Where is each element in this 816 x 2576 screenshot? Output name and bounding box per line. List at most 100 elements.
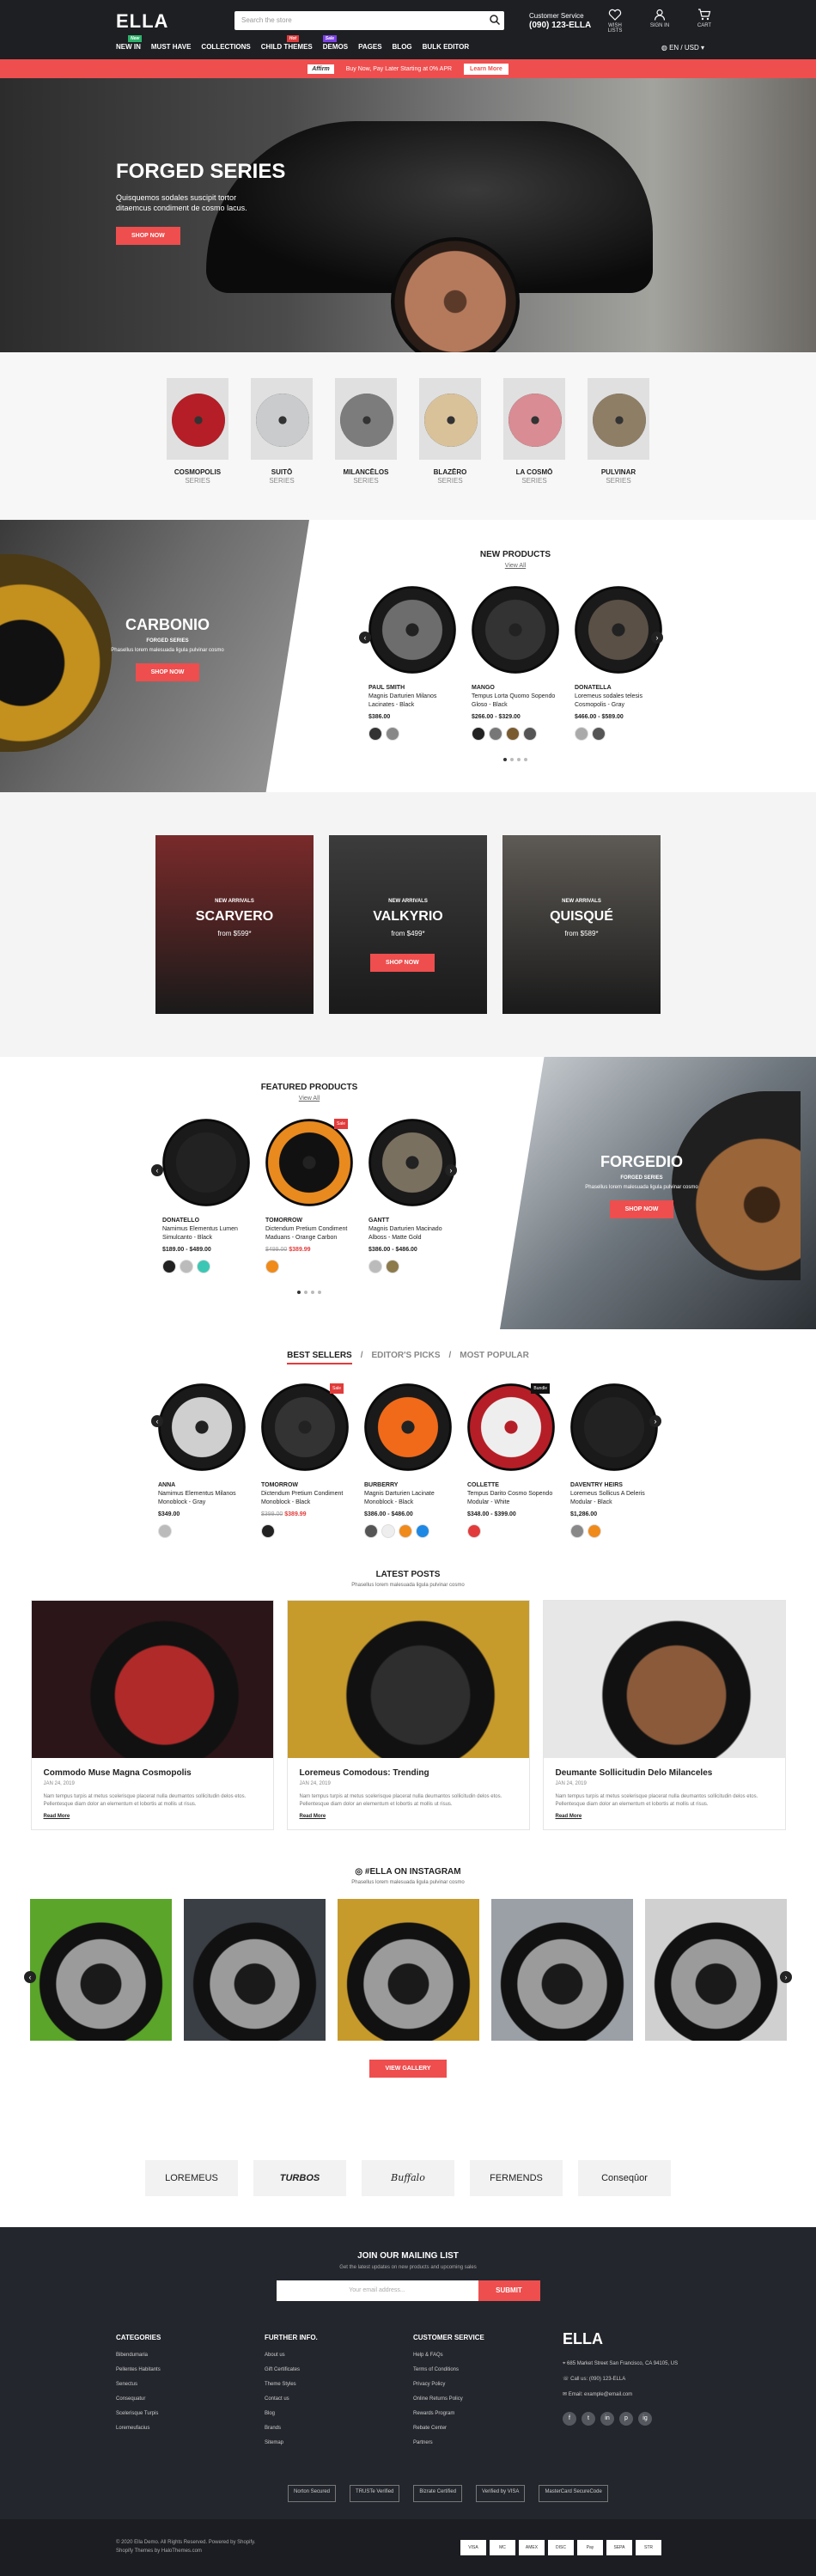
footer-link[interactable]: Rewards Program (413, 2407, 562, 2421)
product-card[interactable]: BURBERRY Magnis Darturien Lacinate Monobl… (364, 1383, 452, 1538)
read-more-link[interactable]: Read More (300, 1814, 517, 1819)
footer-link[interactable]: Privacy Policy (413, 2378, 562, 2392)
color-swatch[interactable] (368, 727, 382, 741)
product-image[interactable] (472, 586, 559, 674)
brand-logo[interactable]: Conseqûor (578, 2159, 671, 2196)
product-name[interactable]: BURBERRY (364, 1481, 452, 1490)
product-name[interactable]: DONATELLA (575, 684, 662, 693)
footer-link[interactable]: Loremeufacius (116, 2421, 265, 2436)
color-swatch[interactable] (575, 727, 588, 741)
series-item[interactable]: COSMOPOLIS SERIES (165, 378, 230, 520)
color-swatch[interactable] (592, 727, 606, 741)
email-field[interactable]: Your email address... (276, 2280, 478, 2301)
color-swatch[interactable] (368, 1260, 382, 1273)
carbonio-shop-now-button[interactable]: SHOP NOW (135, 663, 200, 681)
social-icon[interactable]: p (619, 2412, 633, 2426)
post-title[interactable]: Commodo Muse Magna Cosmopolis (44, 1768, 261, 1778)
brand-logo[interactable]: Buffalo (362, 2159, 454, 2196)
next-arrow-icon[interactable]: › (649, 1415, 661, 1427)
product-card[interactable]: PAUL SMITH Magnis Darturien Milanos Lacin… (368, 586, 456, 741)
post-image[interactable] (543, 1601, 785, 1758)
category-banner[interactable]: NEW ARRIVALS SCARVERO from $599* (155, 835, 314, 1014)
product-name[interactable]: MANGO (472, 684, 559, 693)
footer-link[interactable]: Sitemap (265, 2436, 413, 2451)
read-more-link[interactable]: Read More (556, 1814, 773, 1819)
color-swatch[interactable] (158, 1524, 172, 1538)
wishlist-button[interactable]: WISH LISTS (601, 9, 629, 34)
carousel-dots[interactable] (335, 758, 696, 761)
product-image[interactable] (368, 586, 456, 674)
forgedio-shop-now-button[interactable]: SHOP NOW (609, 1200, 674, 1218)
view-gallery-button[interactable]: VIEW GALLERY (369, 2060, 447, 2078)
product-image[interactable]: Sale (261, 1383, 349, 1471)
product-card[interactable]: DAVENTRY HEIRS Loremeus Sollicus A Deleri… (570, 1383, 658, 1538)
nav-item[interactable]: BLOG (393, 43, 412, 51)
color-swatch[interactable] (416, 1524, 429, 1538)
color-swatch[interactable] (364, 1524, 378, 1538)
instagram-tile[interactable] (183, 1899, 326, 2041)
product-card[interactable]: DONATELLO Namimus Elementus Lumen Simulca… (162, 1119, 250, 1273)
category-shop-now-button[interactable]: SHOP NOW (370, 954, 435, 972)
footer-link[interactable]: Partners (413, 2436, 562, 2451)
color-swatch[interactable] (197, 1260, 210, 1273)
footer-link[interactable]: Rebate Center (413, 2421, 562, 2436)
credit-text[interactable]: Shopify Themes by HaloThemes.com (116, 2547, 255, 2555)
nav-item[interactable]: MUST HAVE (151, 43, 192, 51)
category-banner[interactable]: NEW ARRIVALS VALKYRIO from $499* SHOP NOW (329, 835, 487, 1014)
nav-item[interactable]: Hot CHILD THEMES (261, 35, 313, 51)
product-name[interactable]: TOMORROW (265, 1217, 353, 1225)
customer-service[interactable]: Customer Service (090) 123-ELLA (529, 11, 591, 30)
color-swatch[interactable] (570, 1524, 584, 1538)
footer-link[interactable]: Bibendumaria (116, 2348, 265, 2363)
post-title[interactable]: Loremeus Comodous: Trending (300, 1768, 517, 1778)
view-all-link[interactable]: View All (335, 563, 696, 569)
footer-link[interactable]: Gift Certificates (265, 2363, 413, 2378)
product-image[interactable] (368, 1119, 456, 1206)
color-swatch[interactable] (472, 727, 485, 741)
category-banner[interactable]: NEW ARRIVALS QUISQUÉ from $589* (502, 835, 661, 1014)
footer-link[interactable]: Pellentes Habitants (116, 2363, 265, 2378)
email[interactable]: ✉ Email: example@email.com (563, 2390, 678, 2400)
social-icon[interactable]: in (600, 2412, 614, 2426)
product-name[interactable]: ANNA (158, 1481, 246, 1490)
carousel-dot[interactable] (510, 758, 514, 761)
product-image[interactable]: Sale (265, 1119, 353, 1206)
nav-item[interactable]: BULK EDITOR (423, 43, 470, 51)
color-swatch[interactable] (381, 1524, 395, 1538)
color-swatch[interactable] (261, 1524, 275, 1538)
footer-link[interactable]: Senectus (116, 2378, 265, 2392)
nav-item[interactable]: New NEW IN (116, 35, 143, 51)
product-name[interactable]: GANTT (368, 1217, 456, 1225)
color-swatch[interactable] (162, 1260, 176, 1273)
social-icon[interactable]: f (563, 2412, 576, 2426)
footer-link[interactable]: Help & FAQs (413, 2348, 562, 2363)
tab-editors-picks[interactable]: EDITOR'S PICKS (372, 1351, 441, 1364)
post-title[interactable]: Deumante Sollicitudin Delo Milanceles (556, 1768, 773, 1778)
next-arrow-icon[interactable]: › (651, 632, 663, 644)
nav-item[interactable]: COLLECTIONS (201, 43, 250, 51)
product-name[interactable]: DONATELLO (162, 1217, 250, 1225)
learn-more-button[interactable]: Learn More (464, 63, 508, 75)
post-image[interactable] (287, 1601, 529, 1758)
instagram-tile[interactable] (337, 1899, 479, 2041)
product-name[interactable]: PAUL SMITH (368, 684, 456, 693)
carousel-dot[interactable] (304, 1291, 308, 1294)
product-name[interactable]: DAVENTRY HEIRS (570, 1481, 658, 1490)
product-card[interactable]: GANTT Magnis Darturien Macinado Alboss - … (368, 1119, 456, 1273)
instagram-tile[interactable] (29, 1899, 172, 2041)
footer-link[interactable]: Contact us (265, 2392, 413, 2407)
series-item[interactable]: LA COSMŌ SERIES (502, 378, 567, 520)
nav-item[interactable]: PAGES (358, 43, 381, 51)
prev-arrow-icon[interactable]: ‹ (151, 1164, 163, 1176)
footer-link[interactable]: Brands (265, 2421, 413, 2436)
search-icon[interactable] (489, 14, 501, 26)
tab-best-sellers[interactable]: BEST SELLERS (287, 1351, 352, 1364)
product-image[interactable] (162, 1119, 250, 1206)
color-swatch[interactable] (265, 1260, 279, 1273)
series-item[interactable]: PULVINAR SERIES (586, 378, 651, 520)
footer-link[interactable]: Consequatur (116, 2392, 265, 2407)
series-item[interactable]: MILANCĒLOS SERIES (333, 378, 399, 520)
post-image[interactable] (31, 1601, 273, 1758)
footer-link[interactable]: Terms of Conditions (413, 2363, 562, 2378)
social-icon[interactable]: t (582, 2412, 595, 2426)
